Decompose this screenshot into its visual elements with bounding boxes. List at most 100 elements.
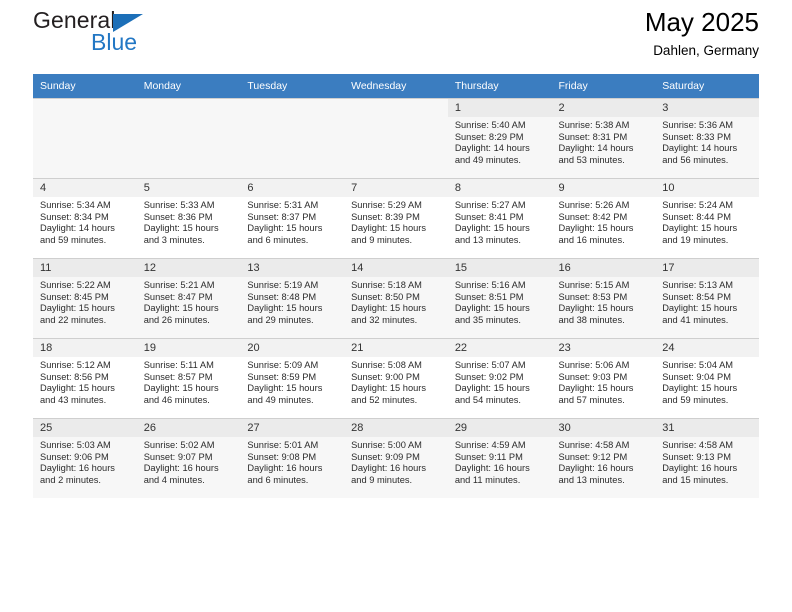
daylight-text: Daylight: 15 hours and 32 minutes. (351, 303, 427, 325)
day-details: Sunrise: 5:09 AM Sunset: 8:59 PM Daylight:… (240, 357, 344, 406)
daylight-text: Daylight: 14 hours and 59 minutes. (40, 223, 115, 245)
calendar-day-cell[interactable]: 13 Sunrise: 5:19 AM Sunset: 8:48 PM Dayligh… (240, 258, 345, 339)
day-details: Sunrise: 5:04 AM Sunset: 9:04 PM Daylight:… (655, 357, 759, 406)
calendar-day-cell[interactable]: 10 Sunrise: 5:24 AM Sunset: 8:44 PM Dayligh… (655, 178, 759, 259)
calendar-day-cell[interactable]: 12 Sunrise: 5:21 AM Sunset: 8:47 PM Dayligh… (136, 258, 241, 339)
sunset-text: Sunset: 9:00 PM (351, 371, 420, 382)
calendar-day-cell[interactable]: 26 Sunrise: 5:02 AM Sunset: 9:07 PM Dayligh… (136, 418, 241, 498)
calendar-day-cell[interactable]: 25 Sunrise: 5:03 AM Sunset: 9:06 PM Dayligh… (33, 418, 137, 498)
sunset-text: Sunset: 8:48 PM (247, 291, 317, 302)
sunrise-text: Sunrise: 5:34 AM (40, 200, 111, 210)
day-cell-inner: 30 Sunrise: 4:58 AM Sunset: 9:12 PM Dayligh… (551, 419, 656, 498)
calendar-day-cell[interactable]: 11 Sunrise: 5:22 AM Sunset: 8:45 PM Dayligh… (33, 258, 137, 339)
calendar-day-cell[interactable]: 9 Sunrise: 5:26 AM Sunset: 8:42 PM Daylight… (551, 178, 656, 259)
calendar-day-cell[interactable]: 14 Sunrise: 5:18 AM Sunset: 8:50 PM Dayligh… (344, 258, 448, 339)
day-details: Sunrise: 5:33 AM Sunset: 8:36 PM Daylight:… (137, 197, 241, 246)
sunrise-text: Sunrise: 5:00 AM (351, 440, 422, 450)
day-cell-inner: 15 Sunrise: 5:16 AM Sunset: 8:51 PM Dayligh… (447, 259, 552, 338)
day-number: 20 (240, 339, 345, 357)
day-cell-inner: 23 Sunrise: 5:06 AM Sunset: 9:03 PM Dayligh… (551, 339, 656, 418)
daylight-text: Daylight: 15 hours and 35 minutes. (454, 303, 530, 325)
calendar-day-cell[interactable]: 19 Sunrise: 5:11 AM Sunset: 8:57 PM Dayligh… (136, 338, 241, 419)
calendar-day-cell[interactable]: 20 Sunrise: 5:09 AM Sunset: 8:59 PM Dayligh… (240, 338, 345, 419)
calendar-day-cell[interactable]: 8 Sunrise: 5:27 AM Sunset: 8:41 PM Daylight… (447, 178, 552, 259)
day-number: 22 (447, 339, 552, 357)
sunrise-text: Sunrise: 5:33 AM (143, 200, 215, 210)
day-cell-inner: 10 Sunrise: 5:24 AM Sunset: 8:44 PM Dayligh… (655, 179, 759, 258)
daylight-text: Daylight: 15 hours and 49 minutes. (247, 383, 323, 405)
day-details: Sunrise: 4:58 AM Sunset: 9:12 PM Daylight:… (552, 437, 656, 486)
day-number: 30 (551, 419, 656, 437)
day-details: Sunrise: 5:40 AM Sunset: 8:29 PM Daylight:… (448, 117, 552, 166)
calendar-day-cell[interactable]: 22 Sunrise: 5:07 AM Sunset: 9:02 PM Dayligh… (447, 338, 552, 419)
calendar-day-cell[interactable]: 17 Sunrise: 5:13 AM Sunset: 8:54 PM Dayligh… (655, 258, 759, 339)
day-cell-inner: 21 Sunrise: 5:08 AM Sunset: 9:00 PM Dayligh… (344, 339, 448, 418)
sunset-text: Sunset: 9:11 PM (454, 451, 523, 462)
sunset-text: Sunset: 8:50 PM (351, 291, 420, 302)
calendar-day-cell[interactable]: 18 Sunrise: 5:12 AM Sunset: 8:56 PM Dayligh… (33, 338, 137, 419)
day-number: 15 (447, 259, 552, 277)
calendar-day-cell[interactable]: 28 Sunrise: 5:00 AM Sunset: 9:09 PM Dayligh… (344, 418, 448, 498)
day-details: Sunrise: 5:02 AM Sunset: 9:07 PM Daylight:… (137, 437, 241, 486)
day-number: 28 (344, 419, 448, 437)
sunrise-text: Sunrise: 5:40 AM (454, 120, 526, 130)
daylight-text: Daylight: 15 hours and 13 minutes. (454, 223, 530, 245)
brand-logo[interactable]: General Blue (33, 0, 253, 68)
day-number (33, 99, 137, 117)
calendar-day-cell[interactable]: 4 Sunrise: 5:34 AM Sunset: 8:34 PM Daylight… (33, 178, 137, 259)
day-details: Sunrise: 5:21 AM Sunset: 8:47 PM Daylight:… (137, 277, 241, 326)
sunrise-text: Sunrise: 5:15 AM (558, 280, 630, 290)
daylight-text: Daylight: 16 hours and 13 minutes. (558, 463, 634, 485)
daylight-text: Daylight: 15 hours and 6 minutes. (247, 223, 323, 245)
sunrise-text: Sunrise: 5:02 AM (143, 440, 215, 450)
calendar-day-cell[interactable]: 1 Sunrise: 5:40 AM Sunset: 8:29 PM Daylight… (447, 98, 552, 179)
day-cell-inner: 29 Sunrise: 4:59 AM Sunset: 9:11 PM Dayligh… (447, 419, 552, 498)
daylight-text: Daylight: 15 hours and 38 minutes. (558, 303, 634, 325)
day-cell-inner: 9 Sunrise: 5:26 AM Sunset: 8:42 PM Daylight… (551, 179, 656, 258)
daylight-text: Daylight: 16 hours and 11 minutes. (454, 463, 530, 485)
page-header: General Blue May 2025 Dahlen, Germany (33, 0, 759, 74)
day-cell-inner: 11 Sunrise: 5:22 AM Sunset: 8:45 PM Dayligh… (33, 259, 137, 338)
day-number: 25 (33, 419, 137, 437)
sunset-text: Sunset: 8:45 PM (40, 291, 109, 302)
calendar-day-cell[interactable]: 16 Sunrise: 5:15 AM Sunset: 8:53 PM Dayligh… (551, 258, 656, 339)
day-cell-inner: 4 Sunrise: 5:34 AM Sunset: 8:34 PM Daylight… (33, 179, 137, 258)
calendar-day-cell[interactable]: 29 Sunrise: 4:59 AM Sunset: 9:11 PM Dayligh… (447, 418, 552, 498)
calendar-day-cell[interactable]: 7 Sunrise: 5:29 AM Sunset: 8:39 PM Daylight… (344, 178, 448, 259)
day-number: 16 (551, 259, 656, 277)
calendar-day-cell[interactable]: 6 Sunrise: 5:31 AM Sunset: 8:37 PM Daylight… (240, 178, 345, 259)
sunrise-text: Sunrise: 5:08 AM (351, 360, 422, 370)
calendar-table: Sunday Monday Tuesday Wednesday Thursday… (33, 74, 759, 498)
day-number: 3 (655, 99, 759, 117)
calendar-day-cell[interactable]: 15 Sunrise: 5:16 AM Sunset: 8:51 PM Dayligh… (447, 258, 552, 339)
calendar-day-cell[interactable]: 30 Sunrise: 4:58 AM Sunset: 9:12 PM Dayligh… (551, 418, 656, 498)
sunrise-text: Sunrise: 5:21 AM (143, 280, 215, 290)
day-number: 1 (447, 99, 552, 117)
weekday-header-saturday: Saturday (655, 74, 759, 99)
sunset-text: Sunset: 8:44 PM (662, 211, 731, 222)
calendar-day-cell[interactable]: 3 Sunrise: 5:36 AM Sunset: 8:33 PM Daylight… (655, 98, 759, 179)
sunset-text: Sunset: 9:03 PM (558, 371, 628, 382)
calendar-week-row: 11 Sunrise: 5:22 AM Sunset: 8:45 PM Dayligh… (33, 258, 759, 339)
sunrise-text: Sunrise: 4:58 AM (662, 440, 734, 450)
calendar-day-cell[interactable]: 5 Sunrise: 5:33 AM Sunset: 8:36 PM Daylight… (136, 178, 241, 259)
day-details: Sunrise: 5:22 AM Sunset: 8:45 PM Daylight:… (33, 277, 137, 326)
day-details: Sunrise: 5:07 AM Sunset: 9:02 PM Daylight:… (448, 357, 552, 406)
calendar-day-cell[interactable]: 24 Sunrise: 5:04 AM Sunset: 9:04 PM Dayligh… (655, 338, 759, 419)
calendar-day-cell[interactable]: 27 Sunrise: 5:01 AM Sunset: 9:08 PM Dayligh… (240, 418, 345, 498)
brand-name-bottom: Blue (91, 29, 138, 55)
calendar-day-cell[interactable]: 21 Sunrise: 5:08 AM Sunset: 9:00 PM Dayligh… (344, 338, 448, 419)
day-number: 23 (551, 339, 656, 357)
day-details: Sunrise: 4:59 AM Sunset: 9:11 PM Daylight:… (448, 437, 552, 486)
day-number: 26 (136, 419, 241, 437)
sunset-text: Sunset: 8:42 PM (558, 211, 628, 222)
calendar-day-cell[interactable]: 23 Sunrise: 5:06 AM Sunset: 9:03 PM Dayligh… (551, 338, 656, 419)
sunset-text: Sunset: 9:06 PM (40, 451, 109, 462)
calendar-day-cell[interactable]: 31 Sunrise: 4:58 AM Sunset: 9:13 PM Dayligh… (655, 418, 759, 498)
day-cell-inner: 1 Sunrise: 5:40 AM Sunset: 8:29 PM Daylight… (447, 99, 552, 178)
calendar-day-cell[interactable]: 2 Sunrise: 5:38 AM Sunset: 8:31 PM Daylight… (551, 98, 656, 179)
daylight-text: Daylight: 15 hours and 9 minutes. (351, 223, 427, 245)
day-number: 12 (136, 259, 241, 277)
day-number: 31 (655, 419, 759, 437)
daylight-text: Daylight: 15 hours and 57 minutes. (558, 383, 634, 405)
